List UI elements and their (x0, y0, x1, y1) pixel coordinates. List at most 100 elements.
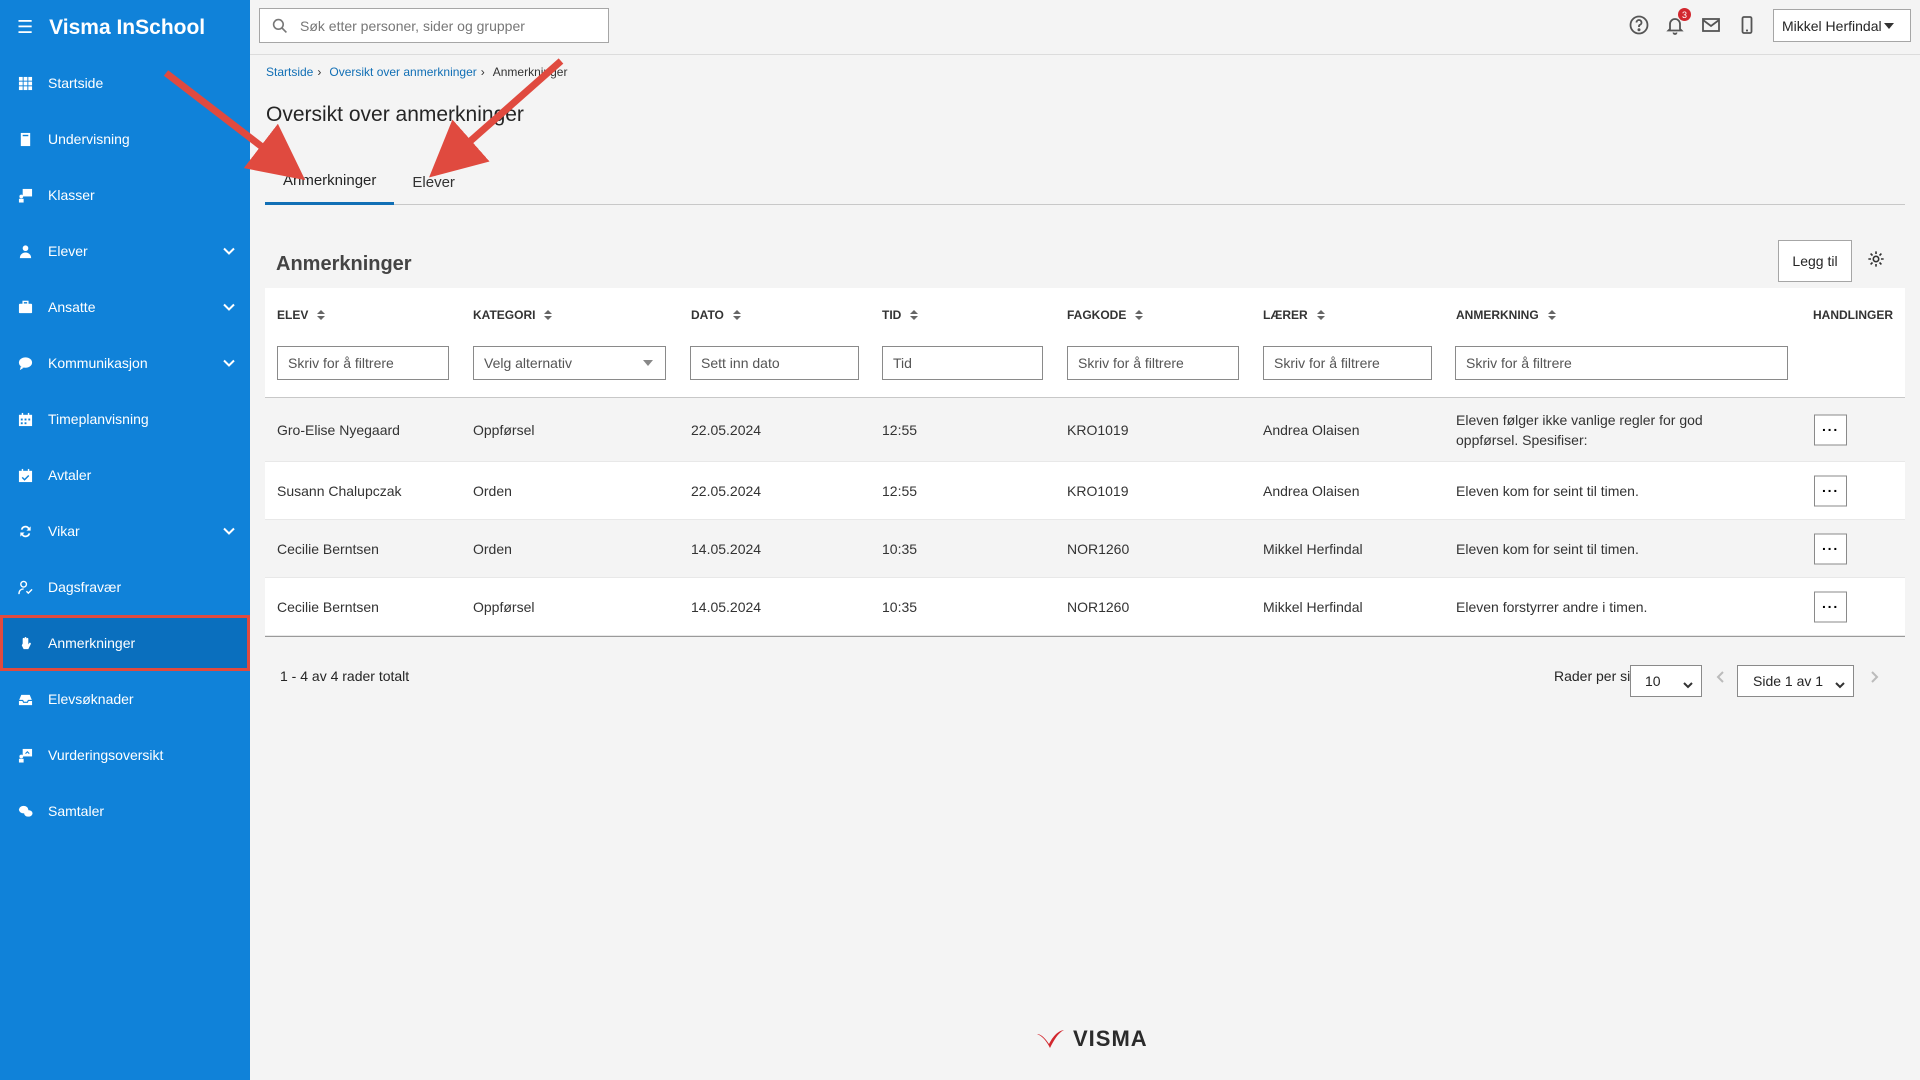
sidebar-item-vikar[interactable]: Vikar (0, 503, 250, 559)
column-header-kategori[interactable]: KATEGORI (473, 308, 553, 322)
sidebar-item-avtaler[interactable]: Avtaler (0, 447, 250, 503)
cell-tid: 10:35 (882, 540, 918, 557)
filter-dato-input[interactable] (690, 346, 859, 380)
user-menu-button[interactable]: Mikkel Herfindal (1773, 9, 1911, 42)
column-header-elev[interactable]: ELEV (277, 308, 326, 322)
cell-laerer: Andrea Olaisen (1263, 421, 1360, 438)
column-header-anmerkning[interactable]: ANMERKNING (1456, 308, 1556, 322)
global-search[interactable] (259, 8, 609, 43)
calendar-icon (16, 410, 34, 428)
chevron-down-icon[interactable] (222, 356, 236, 370)
tab-elever[interactable]: Elever (394, 159, 473, 205)
page-title: Oversikt over anmerkninger (266, 103, 524, 126)
table-header: ELEV KATEGORI DATO TID FAGKODE LÆRER ANM… (265, 288, 1905, 398)
sort-icon (910, 310, 919, 320)
sidebar-item-startside[interactable]: Startside (0, 55, 250, 111)
sidebar-item-label: Timeplanvisning (48, 411, 149, 427)
cell-fagkode: KRO1019 (1067, 482, 1129, 499)
chevron-down-icon[interactable] (222, 300, 236, 314)
cell-fagkode: NOR1260 (1067, 598, 1130, 615)
sidebar-item-elevsøknader[interactable]: Elevsøknader (0, 671, 250, 727)
row-actions-button[interactable]: ··· (1814, 533, 1847, 564)
sidebar-item-timeplanvisning[interactable]: Timeplanvisning (0, 391, 250, 447)
inbox-icon (16, 690, 34, 708)
sidebar-item-anmerkninger[interactable]: Anmerkninger (0, 615, 250, 671)
table-row: Cecilie Berntsen Orden 14.05.2024 10:35 NOR1… (265, 520, 1905, 578)
top-bar: 3 Mikkel Herfindal (250, 0, 1920, 55)
filter-anmerkning-input[interactable] (1455, 346, 1788, 380)
next-page-icon[interactable] (1868, 670, 1880, 683)
chevron-down-icon[interactable] (222, 524, 236, 538)
book-icon (16, 130, 34, 148)
filter-fagkode-input[interactable] (1067, 346, 1239, 380)
table-row: Susann Chalupczak Orden 22.05.2024 12:55 KRO… (265, 462, 1905, 520)
sidebar-item-undervisning[interactable]: Undervisning (0, 111, 250, 167)
assessment-icon (16, 746, 34, 764)
notification-badge: 3 (1678, 8, 1691, 21)
sidebar-item-dagsfravær[interactable]: Dagsfravær (0, 559, 250, 615)
more-icon: ··· (1822, 482, 1839, 499)
sidebar-item-klasser[interactable]: Klasser (0, 167, 250, 223)
chevron-right-icon: › (317, 65, 322, 79)
previous-page-icon[interactable] (1715, 670, 1727, 683)
filter-kategori-select[interactable]: Velg alternativ (473, 346, 666, 380)
sidebar-nav: Startside Undervisning Klasser Elever Ansatt… (0, 55, 250, 839)
cell-dato: 14.05.2024 (691, 540, 762, 557)
column-header-tid[interactable]: TID (882, 308, 919, 322)
search-input[interactable] (300, 17, 590, 34)
sidebar-item-ansatte[interactable]: Ansatte (0, 279, 250, 335)
chevron-down-icon[interactable] (222, 244, 236, 258)
hamburger-menu-icon[interactable]: ☰ (17, 17, 33, 38)
filter-elev-input[interactable] (277, 346, 449, 380)
notifications-icon[interactable]: 3 (1664, 8, 1691, 36)
sidebar-item-label: Elevsøknader (48, 691, 134, 707)
more-icon: ··· (1822, 598, 1839, 615)
column-header-dato[interactable]: DATO (691, 308, 741, 322)
add-button[interactable]: Legg til (1778, 240, 1852, 282)
help-icon[interactable] (1628, 14, 1650, 36)
hand-icon (16, 634, 34, 652)
sort-icon (1135, 310, 1144, 320)
mail-icon[interactable] (1700, 14, 1722, 36)
sort-icon (317, 310, 326, 320)
page-select[interactable]: Side 1 av 1 (1737, 665, 1854, 697)
gear-icon[interactable] (1867, 250, 1887, 270)
cell-elev: Susann Chalupczak (277, 482, 402, 499)
row-actions-button[interactable]: ··· (1814, 475, 1847, 506)
breadcrumb-link-oversikt[interactable]: Oversikt over anmerkninger (329, 65, 476, 79)
sidebar: ☰ Visma InSchool Startside Undervisning Kl… (0, 0, 250, 1080)
row-actions-button[interactable]: ··· (1814, 591, 1847, 622)
sidebar-item-kommunikasjon[interactable]: Kommunikasjon (0, 335, 250, 391)
cell-elev: Cecilie Berntsen (277, 598, 379, 615)
column-header-fagkode[interactable]: FAGKODE (1067, 308, 1144, 322)
mobile-phone-icon[interactable] (1736, 14, 1758, 36)
chevron-right-icon: › (480, 65, 485, 79)
briefcase-icon (16, 298, 34, 316)
filter-laerer-input[interactable] (1263, 346, 1432, 380)
sidebar-item-elever[interactable]: Elever (0, 223, 250, 279)
cell-fagkode: NOR1260 (1067, 540, 1130, 557)
section-header: Anmerkninger Legg til (265, 234, 1905, 294)
breadcrumb-link-startside[interactable]: Startside (266, 65, 313, 79)
visma-logo: VISMA (1035, 1026, 1148, 1052)
cell-anmerkning: Eleven kom for seint til timen. (1456, 482, 1639, 499)
row-actions-button[interactable]: ··· (1814, 414, 1847, 445)
sidebar-item-label: Dagsfravær (48, 579, 122, 595)
app-title: Visma InSchool (49, 15, 206, 39)
sidebar-item-label: Samtaler (48, 803, 105, 819)
chevron-down-icon (1835, 677, 1845, 689)
breadcrumb-current: Anmerkninger (492, 65, 568, 79)
app-brand: ☰ Visma InSchool (0, 0, 250, 55)
cell-dato: 14.05.2024 (691, 598, 762, 615)
sidebar-item-vurderingsoversikt[interactable]: Vurderingsoversikt (0, 727, 250, 783)
more-icon: ··· (1822, 540, 1839, 557)
sidebar-item-samtaler[interactable]: Samtaler (0, 783, 250, 839)
rows-per-page-select[interactable]: 10 (1630, 665, 1702, 697)
row-total-text: 1 - 4 av 4 rader totalt (280, 668, 410, 684)
sidebar-item-label: Avtaler (48, 467, 92, 483)
tab-anmerkninger[interactable]: Anmerkninger (265, 159, 395, 205)
sidebar-item-label: Startside (48, 75, 104, 91)
column-header-laerer[interactable]: LÆRER (1263, 308, 1325, 322)
filter-tid-input[interactable] (882, 346, 1043, 380)
cell-laerer: Mikkel Herfindal (1263, 540, 1363, 557)
